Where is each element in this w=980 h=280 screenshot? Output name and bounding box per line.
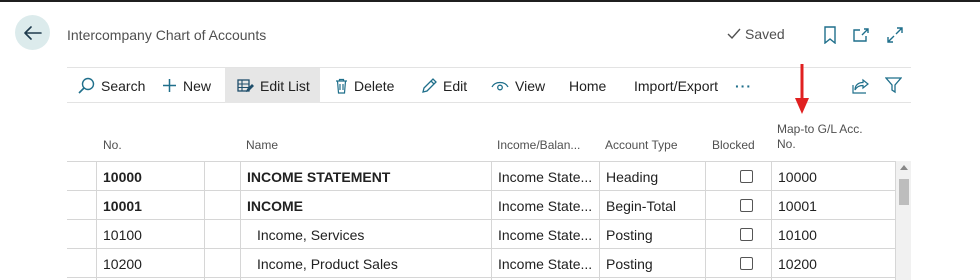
blocked-checkbox[interactable] [740, 199, 753, 212]
expand-icon[interactable] [885, 25, 905, 45]
bookmark-icon[interactable] [820, 25, 840, 45]
cell-name[interactable]: INCOME STATEMENT [241, 162, 491, 191]
delete-button[interactable]: Delete [335, 68, 394, 103]
cell-income-balance[interactable]: Income State... [492, 220, 599, 249]
edit-list-button[interactable]: Edit List [225, 68, 320, 103]
back-arrow-icon [23, 25, 42, 40]
cell-blocked [706, 191, 771, 220]
cell-blocked [706, 162, 771, 191]
table-row[interactable]: 10100 Income, Services Income State... P… [67, 220, 895, 249]
cell-name[interactable]: Income, Product Sales [241, 249, 491, 278]
more-options-icon: ··· [735, 77, 752, 94]
cell-income-balance[interactable]: Income State... [492, 162, 599, 191]
open-new-window-icon[interactable] [851, 25, 871, 45]
saved-label: Saved [745, 26, 785, 42]
blocked-checkbox[interactable] [740, 228, 753, 241]
cell-name[interactable]: INCOME [241, 191, 491, 220]
cell-no[interactable]: 10000 [97, 162, 203, 191]
edit-list-label: Edit List [260, 77, 310, 94]
column-header-map-to-line2: No. [777, 137, 796, 151]
annotation-arrow-icon [795, 64, 809, 114]
share-button[interactable] [852, 68, 870, 103]
edit-list-icon [237, 78, 254, 92]
pencil-icon [422, 77, 437, 93]
search-icon [78, 77, 95, 94]
table-row[interactable]: 10001 INCOME Income State... Begin-Total… [67, 191, 895, 220]
accounts-table: 10000 INCOME STATEMENT Income State... H… [67, 161, 911, 280]
column-header-map-to[interactable]: Map-to G/L Acc. No. [777, 122, 863, 152]
cell-no[interactable]: 10200 [97, 249, 203, 278]
search-button[interactable]: Search [78, 68, 145, 103]
filter-button[interactable] [885, 68, 902, 103]
column-header-no[interactable]: No. [103, 138, 122, 153]
column-header-name[interactable]: Name [246, 138, 278, 153]
vertical-scrollbar[interactable] [895, 161, 911, 280]
cell-account-type[interactable]: Posting [600, 249, 705, 278]
more-options-button[interactable]: ··· [735, 68, 752, 103]
new-label: New [183, 77, 212, 94]
blocked-checkbox[interactable] [740, 257, 753, 270]
plus-icon [163, 79, 176, 92]
new-button[interactable]: New [162, 68, 211, 103]
cell-account-type[interactable]: Heading [600, 162, 705, 191]
saved-status: Saved [727, 26, 785, 42]
cell-account-type[interactable]: Begin-Total [600, 191, 705, 220]
column-header-blocked[interactable]: Blocked [712, 138, 755, 153]
cell-no[interactable]: 10001 [97, 191, 203, 220]
column-header-income-balance[interactable]: Income/Balan... [497, 138, 580, 153]
view-button[interactable]: View [491, 68, 545, 103]
cell-name[interactable]: Income, Services [241, 220, 491, 249]
cell-account-type[interactable]: Posting [600, 220, 705, 249]
cell-blocked [706, 220, 771, 249]
scroll-up-icon[interactable] [900, 165, 908, 170]
search-label: Search [101, 77, 146, 94]
column-header-map-to-line1: Map-to G/L Acc. [777, 122, 863, 136]
home-label: Home [569, 77, 607, 94]
table-row[interactable]: 10200 Income, Product Sales Income State… [67, 249, 895, 278]
edit-label: Edit [443, 77, 468, 94]
back-button[interactable] [15, 15, 50, 50]
cell-no[interactable]: 10100 [97, 220, 203, 249]
home-menu[interactable]: Home [569, 68, 606, 103]
cell-income-balance[interactable]: Income State... [492, 249, 599, 278]
import-export-menu[interactable]: Import/Export [634, 68, 718, 103]
column-header-account-type[interactable]: Account Type [605, 138, 678, 153]
blocked-checkbox[interactable] [740, 170, 753, 183]
filter-icon [885, 77, 902, 94]
import-export-label: Import/Export [634, 77, 719, 94]
checkmark-icon [727, 28, 741, 40]
share-icon [852, 78, 869, 94]
trash-icon [336, 78, 347, 94]
cell-map-to[interactable]: 10100 [772, 220, 892, 249]
view-label: View [515, 77, 546, 94]
delete-label: Delete [354, 77, 395, 94]
cell-map-to[interactable]: 10000 [772, 162, 892, 191]
edit-button[interactable]: Edit [421, 68, 467, 103]
table-row[interactable]: 10000 INCOME STATEMENT Income State... H… [67, 162, 895, 191]
page-title: Intercompany Chart of Accounts [67, 27, 267, 43]
cell-map-to[interactable]: 10001 [772, 191, 892, 220]
scrollbar-thumb[interactable] [899, 179, 909, 205]
cell-map-to[interactable]: 10200 [772, 249, 892, 278]
action-bar: Search New Edit List Delete Edit View Ho… [67, 67, 911, 103]
cell-income-balance[interactable]: Income State... [492, 191, 599, 220]
window-top-border [0, 0, 980, 2]
eye-icon [491, 81, 509, 90]
cell-blocked [706, 249, 771, 278]
